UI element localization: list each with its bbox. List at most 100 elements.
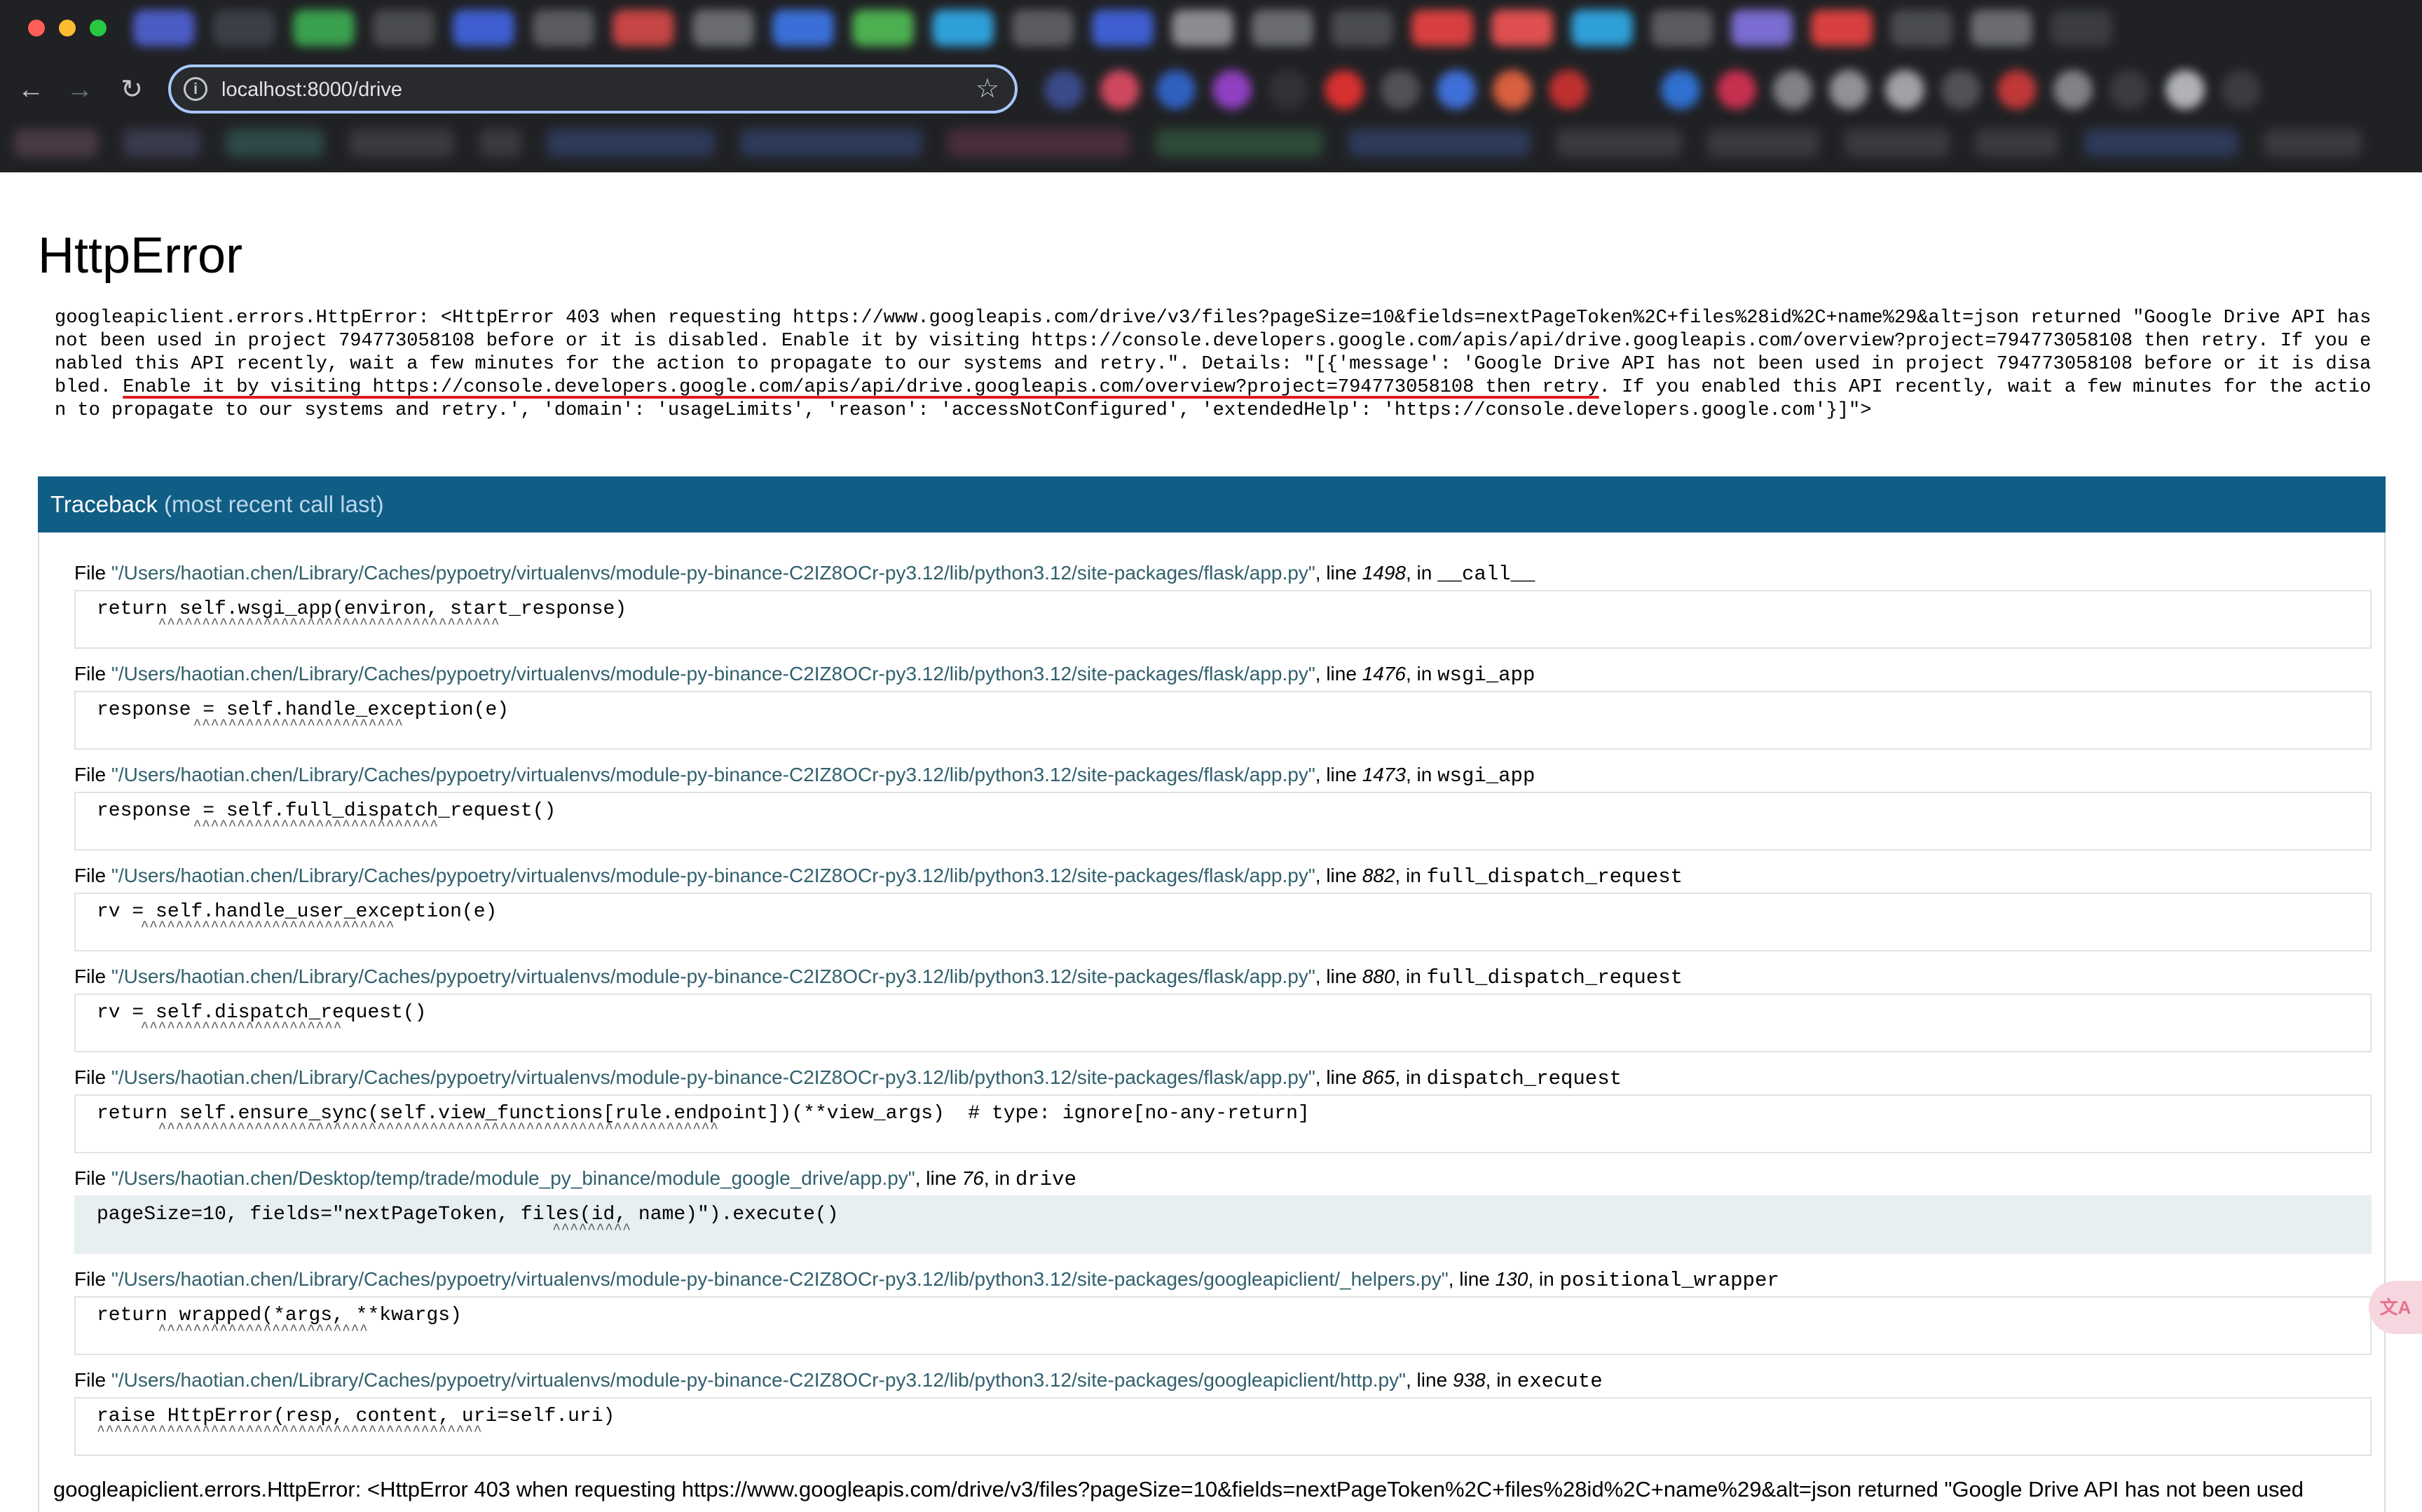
frame-line-number: 130 — [1495, 1268, 1528, 1290]
frame-path[interactable]: "/Users/haotian.chen/Library/Caches/pypo… — [111, 663, 1315, 685]
frame-path[interactable]: "/Users/haotian.chen/Library/Caches/pypo… — [111, 965, 1315, 987]
file-label: File — [74, 663, 107, 685]
file-label: File — [74, 764, 107, 785]
code-line-box[interactable]: response = self.full_dispatch_request() … — [74, 792, 2372, 851]
line-label: , line — [1315, 663, 1357, 685]
maximize-window-button[interactable] — [90, 20, 107, 36]
code-line-box[interactable]: return self.wsgi_app(environ, start_resp… — [74, 590, 2372, 649]
file-label: File — [74, 562, 107, 584]
file-label: File — [74, 1369, 107, 1391]
translate-icon: 文A — [2379, 1297, 2411, 1318]
browser-toolbar: ← → ↻ i localhost:8000/drive ☆ — [0, 59, 2422, 121]
forward-button[interactable]: → — [59, 69, 101, 111]
blurred-tabs[interactable] — [133, 10, 2112, 46]
frame-function: dispatch_request — [1426, 1067, 1622, 1090]
traceback-subtitle: (most recent call last) — [164, 491, 384, 517]
traceback-frame: File "/Users/haotian.chen/Library/Caches… — [74, 661, 2387, 750]
frame-function: full_dispatch_request — [1426, 966, 1683, 989]
code-line-box[interactable]: return wrapped(*args, **kwargs) ^^^^^^^^… — [74, 1296, 2372, 1355]
translate-button[interactable]: 文A — [2369, 1281, 2422, 1334]
browser-chrome: ← → ↻ i localhost:8000/drive ☆ — [0, 0, 2422, 172]
reload-icon: ↻ — [121, 75, 143, 104]
address-url[interactable]: localhost:8000/drive — [221, 77, 402, 102]
error-detail-underlined: Enable it by visiting https://console.de… — [123, 377, 1599, 398]
reload-button[interactable]: ↻ — [111, 69, 153, 111]
code-line-box-highlighted[interactable]: pageSize=10, fields="nextPageToken, file… — [74, 1195, 2372, 1254]
frame-line-number: 1473 — [1362, 764, 1406, 785]
traceback-frame: File "/Users/haotian.chen/Library/Caches… — [74, 762, 2387, 851]
in-label: , in — [1485, 1369, 1512, 1391]
code-caret: ^^^^^^^^^^^^^^^^^^^^^^^^ — [97, 1323, 369, 1339]
traceback-header[interactable]: Traceback (most recent call last) — [38, 476, 2386, 532]
close-window-button[interactable] — [28, 20, 45, 36]
traceback-frame: File "/Users/haotian.chen/Library/Caches… — [74, 561, 2387, 649]
frame-function: full_dispatch_request — [1426, 865, 1683, 888]
frame-function: wsgi_app — [1437, 764, 1535, 788]
code-caret: ^^^^^^^^^^^^^^^^^^^^^^^ — [97, 1020, 343, 1036]
line-label: , line — [1406, 1369, 1448, 1391]
bookmarks-bar — [0, 121, 2422, 172]
line-label: , line — [1315, 865, 1357, 886]
traceback-title: Traceback — [50, 491, 158, 517]
arrow-left-icon: ← — [18, 75, 44, 104]
error-detail: googleapiclient.errors.HttpError: <HttpE… — [55, 307, 2381, 422]
star-icon[interactable]: ☆ — [976, 71, 999, 106]
frame-path[interactable]: "/Users/haotian.chen/Desktop/temp/trade/… — [111, 1167, 915, 1189]
frame-location: File "/Users/haotian.chen/Library/Caches… — [74, 1368, 2387, 1394]
frame-line-number: 880 — [1362, 965, 1395, 987]
code-line-box[interactable]: response = self.handle_exception(e) ^^^^… — [74, 691, 2372, 750]
frame-location: File "/Users/haotian.chen/Library/Caches… — [74, 661, 2387, 688]
frame-location: File "/Users/haotian.chen/Library/Caches… — [74, 762, 2387, 789]
address-bar[interactable]: i localhost:8000/drive ☆ — [168, 64, 1018, 114]
page-title: HttpError — [38, 228, 243, 284]
file-label: File — [74, 1066, 107, 1088]
code-caret: ^^^^^^^^^^^^^^^^^^^^^^^^^^^^ — [97, 818, 439, 834]
traceback-frame: File "/Users/haotian.chen/Library/Caches… — [74, 1065, 2387, 1153]
frame-path[interactable]: "/Users/haotian.chen/Library/Caches/pypo… — [111, 1066, 1315, 1088]
frame-location: File "/Users/haotian.chen/Library/Caches… — [74, 863, 2387, 890]
code-caret: ^^^^^^^^^^^^^^^^^^^^^^^^ — [97, 717, 404, 734]
frame-line-number: 76 — [962, 1167, 984, 1189]
frame-line-number: 1476 — [1362, 663, 1406, 685]
file-label: File — [74, 965, 107, 987]
frame-path[interactable]: "/Users/haotian.chen/Library/Caches/pypo… — [111, 1369, 1406, 1391]
traceback-frame: File "/Users/haotian.chen/Library/Caches… — [74, 1368, 2387, 1456]
frame-location: File "/Users/haotian.chen/Library/Caches… — [74, 561, 2387, 587]
in-label: , in — [1528, 1268, 1554, 1290]
line-label: , line — [1448, 1268, 1490, 1290]
tab-strip — [0, 0, 2422, 59]
minimize-window-button[interactable] — [59, 20, 76, 36]
frame-location: File "/Users/haotian.chen/Library/Caches… — [74, 1065, 2387, 1092]
back-button[interactable]: ← — [10, 69, 52, 111]
in-label: , in — [983, 1167, 1011, 1189]
code-line-box[interactable]: raise HttpError(resp, content, uri=self.… — [74, 1397, 2372, 1456]
frame-line-number: 938 — [1452, 1369, 1486, 1391]
code-line-box[interactable]: rv = self.handle_user_exception(e) ^^^^^… — [74, 893, 2372, 951]
code-caret: ^^^^^^^^^^^^^^^^^^^^^^^^^^^^^ — [97, 919, 395, 935]
code-caret: ^^^^^^^^^ — [97, 1222, 631, 1238]
file-label: File — [74, 1268, 107, 1290]
blurred-bookmarks[interactable] — [14, 129, 2362, 157]
code-caret: ^^^^^^^^^^^^^^^^^^^^^^^^^^^^^^^^^^^^^^^^… — [97, 1121, 719, 1137]
frame-line-number: 865 — [1362, 1066, 1395, 1088]
frame-line-number: 882 — [1362, 865, 1395, 886]
blurred-extensions[interactable] — [1044, 70, 2261, 109]
in-label: , in — [1406, 764, 1432, 785]
info-icon[interactable]: i — [184, 77, 207, 101]
frame-path[interactable]: "/Users/haotian.chen/Library/Caches/pypo… — [111, 865, 1315, 886]
in-label: , in — [1395, 865, 1421, 886]
frame-path[interactable]: "/Users/haotian.chen/Library/Caches/pypo… — [111, 562, 1315, 584]
error-page: HttpError googleapiclient.errors.HttpErr… — [0, 172, 2422, 1512]
line-label: , line — [915, 1167, 957, 1189]
code-line-box[interactable]: rv = self.dispatch_request() ^^^^^^^^^^^… — [74, 994, 2372, 1052]
line-label: , line — [1315, 764, 1357, 785]
frame-path[interactable]: "/Users/haotian.chen/Library/Caches/pypo… — [111, 1268, 1449, 1290]
in-label: , in — [1395, 965, 1421, 987]
frame-function: execute — [1517, 1370, 1603, 1393]
frame-line-number: 1498 — [1362, 562, 1406, 584]
traceback-frame: File "/Users/haotian.chen/Library/Caches… — [74, 964, 2387, 1052]
file-label: File — [74, 1167, 107, 1189]
line-label: , line — [1315, 562, 1357, 584]
frame-path[interactable]: "/Users/haotian.chen/Library/Caches/pypo… — [111, 764, 1315, 785]
code-line-box[interactable]: return self.ensure_sync(self.view_functi… — [74, 1094, 2372, 1153]
